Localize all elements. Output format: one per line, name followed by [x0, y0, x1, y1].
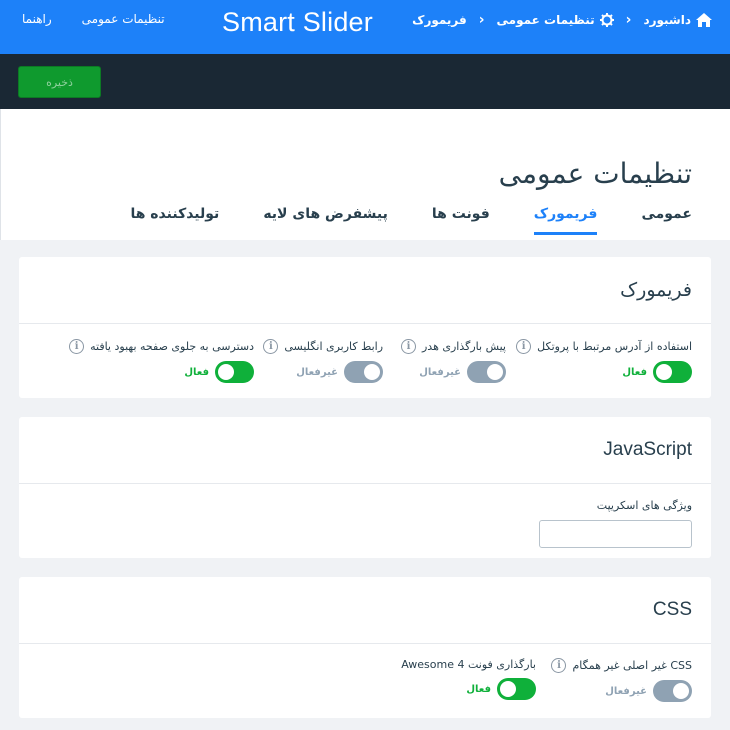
- frontend-access-field: دسترسی به جلوی صفحه بهبود یافته i فعال: [69, 339, 254, 383]
- toggle-knob: [673, 683, 689, 699]
- breadcrumb-framework[interactable]: فریمورک: [412, 13, 467, 27]
- frontend-access-toggle[interactable]: [215, 361, 254, 383]
- card-title: CSS: [652, 599, 692, 620]
- help-link[interactable]: راهنما: [22, 12, 52, 26]
- field-label: CSS غیر اصلی غیر همگام: [572, 659, 692, 672]
- toggle-knob: [487, 364, 503, 380]
- script-attributes-field: ویژگی های اسکریپت: [539, 499, 692, 548]
- settings-link[interactable]: تنظیمات عمومی: [82, 12, 165, 26]
- toggle-knob: [218, 364, 234, 380]
- gear-icon: [599, 13, 614, 27]
- toggle-state: فعال: [184, 366, 209, 378]
- font-awesome-field: بارگذاری فونت Awesome 4 فعال: [401, 658, 536, 700]
- toggle-knob: [364, 364, 380, 380]
- css-card: CSS CSS غیر اصلی غیر همگام i غیرفعال بارگ…: [19, 577, 711, 718]
- page-title: تنظیمات عمومی: [498, 157, 692, 190]
- header-preload-field: پیش بارگذاری هدر i غیرفعال: [401, 339, 506, 383]
- field-label: رابط کاربری انگلیسی: [284, 340, 383, 353]
- card-title: JavaScript: [603, 439, 692, 460]
- field-label: دسترسی به جلوی صفحه بهبود یافته: [90, 340, 254, 353]
- chevron-icon: ‹: [625, 12, 632, 28]
- card-header: CSS: [19, 577, 711, 644]
- framework-card: فریمورک استفاده از آدرس مرتبط با پروتکل i…: [19, 257, 711, 398]
- info-icon[interactable]: i: [263, 339, 279, 354]
- settings-tabs: عمومی فریمورک فونت ها پیشفرض های لایه تو…: [130, 206, 692, 235]
- breadcrumb-settings[interactable]: تنظیمات عمومی: [497, 13, 614, 27]
- save-button[interactable]: ذخیره: [18, 66, 101, 98]
- field-label: ویژگی های اسکریپت: [596, 499, 692, 512]
- protocol-relative-url-toggle[interactable]: [653, 361, 692, 383]
- toggle-state: غیرفعال: [605, 685, 647, 697]
- breadcrumb-label: داشبورد: [643, 13, 691, 27]
- toggle-state: فعال: [466, 683, 491, 695]
- card-title: فریمورک: [620, 279, 692, 301]
- breadcrumb-label: فریمورک: [412, 13, 467, 27]
- top-bar: راهنما تنظیمات عمومی Smart Slider داشبور…: [0, 0, 730, 54]
- toggle-state: غیرفعال: [419, 366, 461, 378]
- english-ui-field: رابط کاربری انگلیسی i غیرفعال: [263, 339, 383, 383]
- breadcrumb-dashboard[interactable]: داشبورد: [643, 13, 712, 27]
- action-toolbar: ذخیره: [0, 54, 730, 109]
- breadcrumb-label: تنظیمات عمومی: [496, 13, 595, 27]
- script-attributes-input[interactable]: [539, 520, 692, 548]
- font-awesome-toggle[interactable]: [497, 678, 536, 700]
- toggle-knob: [656, 364, 672, 380]
- toggle-state: غیرفعال: [296, 366, 338, 378]
- info-icon[interactable]: i: [69, 339, 85, 354]
- info-icon[interactable]: i: [551, 658, 567, 673]
- breadcrumb: داشبورد ‹ تنظیمات عمومی ‹ فریمورک: [412, 12, 712, 28]
- tab-layer-defaults[interactable]: پیشفرض های لایه: [263, 206, 388, 232]
- async-css-field: CSS غیر اصلی غیر همگام i غیرفعال: [551, 658, 692, 702]
- tab-generators[interactable]: تولیدکننده ها: [130, 206, 219, 232]
- header-preload-toggle[interactable]: [467, 361, 506, 383]
- page-header: تنظیمات عمومی عمومی فریمورک فونت ها پیشف…: [0, 109, 730, 240]
- info-icon[interactable]: i: [516, 339, 532, 354]
- tab-general[interactable]: عمومی: [641, 206, 692, 232]
- field-label: بارگذاری فونت Awesome 4: [401, 658, 536, 671]
- info-icon[interactable]: i: [401, 339, 416, 354]
- card-header: JavaScript: [19, 417, 711, 484]
- card-header: فریمورک: [19, 257, 711, 324]
- toggle-knob: [500, 681, 516, 697]
- tab-framework[interactable]: فریمورک: [533, 206, 597, 235]
- chevron-icon: ‹: [478, 12, 485, 28]
- field-label: پیش بارگذاری هدر: [422, 340, 506, 353]
- javascript-card: JavaScript ویژگی های اسکریپت: [19, 417, 711, 558]
- tab-fonts[interactable]: فونت ها: [432, 206, 490, 232]
- smart-slider-logo[interactable]: Smart Slider: [222, 7, 373, 38]
- home-icon: [696, 13, 712, 27]
- protocol-relative-url-field: استفاده از آدرس مرتبط با پروتکل i فعال: [516, 339, 692, 383]
- field-label: استفاده از آدرس مرتبط با پروتکل: [537, 340, 692, 353]
- async-css-toggle[interactable]: [653, 680, 692, 702]
- english-ui-toggle[interactable]: [344, 361, 383, 383]
- top-links: راهنما تنظیمات عمومی: [22, 12, 165, 26]
- toggle-state: فعال: [622, 366, 647, 378]
